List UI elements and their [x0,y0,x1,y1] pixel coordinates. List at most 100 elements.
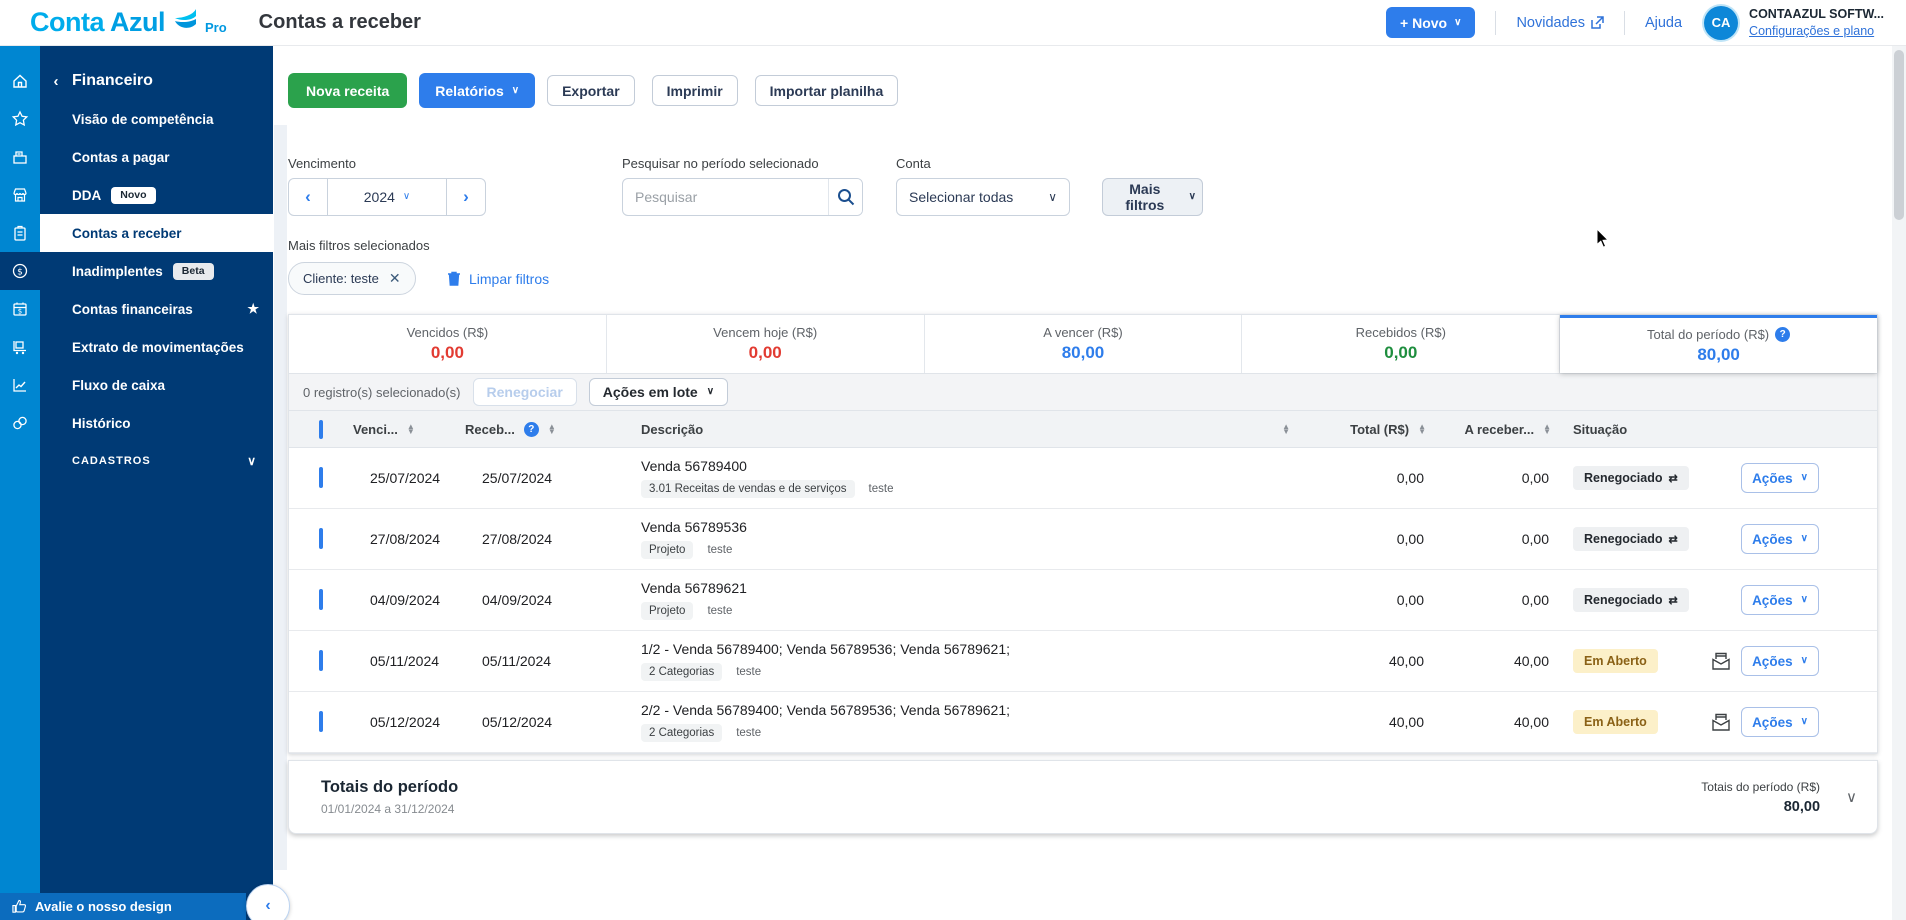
row-title[interactable]: Venda 56789621 [641,580,1296,596]
rail-item-chart[interactable] [0,366,40,404]
rail-item-clipboard[interactable] [0,214,40,252]
summary-card-0[interactable]: Vencidos (R$) 0,00 [289,315,607,373]
row-checkbox[interactable] [319,528,323,549]
summary-card-3[interactable]: Recebidos (R$) 0,00 [1242,315,1561,373]
rail-item-star[interactable] [0,100,40,138]
summary-card-value: 80,00 [1697,344,1740,364]
row-checkbox[interactable] [319,650,323,671]
acoes-button[interactable]: Ações ∨ [1741,585,1819,615]
collapse-sidebar-button[interactable]: ‹ [246,884,290,920]
summary-card-label: A vencer (R$) [1043,325,1123,340]
acoes-label: Ações [1752,470,1793,486]
novo-button[interactable]: + Novo ∨ [1386,7,1476,38]
sort-icon[interactable]: ▲ ▼ [407,423,415,436]
previous-period-button[interactable]: ‹ [289,179,327,215]
filter-chip-cliente[interactable]: Cliente: teste ✕ [288,262,416,295]
imprimir-button[interactable]: Imprimir [651,75,738,106]
back-chevron-icon[interactable]: ‹ [40,73,72,90]
nova-receita-button[interactable]: Nova receita [288,73,408,108]
conta-label: Conta [896,156,931,171]
summary-card-4[interactable]: Total do período (R$)? 80,00 [1560,315,1877,373]
search-input[interactable] [623,189,828,205]
sort-icon[interactable]: ▲ ▼ [1543,423,1551,436]
sidebar-item-contas-a-pagar[interactable]: Contas a pagar [40,138,273,176]
conta-select[interactable]: Selecionar todas ∨ [896,178,1070,216]
summary-card-2[interactable]: A vencer (R$) 80,00 [925,315,1243,373]
sidebar-section-title: Financeiro [72,72,153,89]
totals-footer: Totais do período 01/01/2024 a 31/12/202… [288,760,1878,834]
close-icon[interactable]: ✕ [389,270,401,287]
sort-icon[interactable]: ▲ ▼ [1418,423,1426,436]
table-row[interactable]: 25/07/2024 25/07/2024 Venda 56789400 3.01 R… [289,448,1877,509]
sidebar-item-vis-o-de-compet-ncia[interactable]: Visão de competência [40,100,273,138]
sidebar-item-contas-financeiras[interactable]: Contas financeiras ★ [40,290,273,328]
badge-beta: Beta [172,262,214,280]
row-title[interactable]: 2/2 - Venda 56789400; Venda 56789536; Ve… [641,702,1296,718]
rail-item-cash-register[interactable] [0,138,40,176]
sidebar-item-extrato-de-movimenta-es[interactable]: Extrato de movimentações [40,328,273,366]
chevron-down-icon: ∨ [1188,191,1196,202]
sidebar-item-label: Fluxo de caixa [72,377,166,393]
envelope-icon[interactable] [1710,650,1732,672]
help-icon[interactable]: ? [523,421,539,437]
rail-item-home[interactable] [0,62,40,100]
row-title[interactable]: Venda 56789536 [641,519,1296,535]
rail-item-delivery[interactable] [0,328,40,366]
totals-right-value: 80,00 [1783,798,1821,815]
contaazul-logo[interactable]: Conta Azul Pro [30,7,227,38]
cell-descricao: Venda 56789400 3.01 Receitas de vendas e … [615,458,1296,498]
acoes-button[interactable]: Ações ∨ [1741,646,1819,676]
chevron-down-icon: ∨ [1800,472,1808,483]
rate-design-bar[interactable]: Avalie o nosso design [0,893,246,920]
acoes-button[interactable]: Ações ∨ [1741,524,1819,554]
relatorios-button[interactable]: Relatórios ∨ [419,73,536,108]
cell-a-receber: 40,00 [1513,714,1549,730]
table-row[interactable]: 05/11/2024 05/11/2024 1/2 - Venda 56789400… [289,631,1877,692]
rail-item-dollar-circle[interactable]: $ [0,252,40,290]
sort-icon[interactable]: ▲ ▼ [1282,423,1290,436]
summary-card-1[interactable]: Vencem hoje (R$) 0,00 [607,315,925,373]
importar-planilha-button[interactable]: Importar planilha [754,75,899,106]
cell-vencimento: 05/12/2024 [370,714,441,730]
acoes-button[interactable]: Ações ∨ [1741,463,1819,493]
rail-item-calendar-dollar[interactable]: $ [0,290,40,328]
favorite-star-icon[interactable]: ★ [247,301,259,317]
row-checkbox[interactable] [319,711,323,732]
sidebar-item-contas-a-receber[interactable]: Contas a receber [40,214,273,252]
account-avatar[interactable]: CA [1704,5,1739,40]
novidades-link[interactable]: Novidades [1516,15,1604,31]
row-checkbox[interactable] [319,467,323,488]
sidebar-item-inadimplentes[interactable]: Inadimplentes Beta [40,252,273,290]
renegociar-button[interactable]: Renegociar [472,378,577,406]
ajuda-link[interactable]: Ajuda [1645,15,1682,31]
account-settings-link[interactable]: Configurações e plano [1749,23,1884,40]
chevron-down-icon[interactable]: ∨ [1846,788,1857,806]
mais-filtros-button[interactable]: Mais filtros ∨ [1102,178,1203,216]
acoes-button[interactable]: Ações ∨ [1741,707,1819,737]
sidebar-item-hist-rico[interactable]: Histórico [40,404,273,442]
scrollbar-thumb[interactable] [1894,50,1904,220]
year-select[interactable]: 2024 ∨ [327,179,447,215]
next-period-button[interactable]: › [447,179,485,215]
table-row[interactable]: 05/12/2024 05/12/2024 2/2 - Venda 56789400… [289,692,1877,753]
acoes-em-lote-button[interactable]: Ações em lote ∨ [588,378,729,406]
sidebar-item-cadastros[interactable]: CADASTROS ∨ [40,442,273,480]
exportar-button[interactable]: Exportar [547,75,635,106]
rail-item-store[interactable] [0,176,40,214]
limpar-filtros-button[interactable]: Limpar filtros [447,262,549,295]
row-title[interactable]: Venda 56789400 [641,458,1296,474]
cell-descricao: 2/2 - Venda 56789400; Venda 56789536; Ve… [615,702,1296,742]
row-title[interactable]: 1/2 - Venda 56789400; Venda 56789536; Ve… [641,641,1296,657]
sidebar-item-dda[interactable]: DDA Novo [40,176,273,214]
table-row[interactable]: 27/08/2024 27/08/2024 Venda 56789536 Projet… [289,509,1877,570]
vertical-scrollbar[interactable] [1892,46,1906,920]
sidebar-item-fluxo-de-caixa[interactable]: Fluxo de caixa [40,366,273,404]
sort-icon[interactable]: ▲ ▼ [548,423,556,436]
table-row[interactable]: 04/09/2024 04/09/2024 Venda 56789621 Projet… [289,570,1877,631]
help-icon[interactable]: ? [1775,326,1791,342]
envelope-icon[interactable] [1710,711,1732,733]
search-button[interactable] [828,179,862,215]
row-checkbox[interactable] [319,589,323,610]
select-all-checkbox[interactable] [319,419,323,439]
rail-item-link[interactable] [0,404,40,442]
